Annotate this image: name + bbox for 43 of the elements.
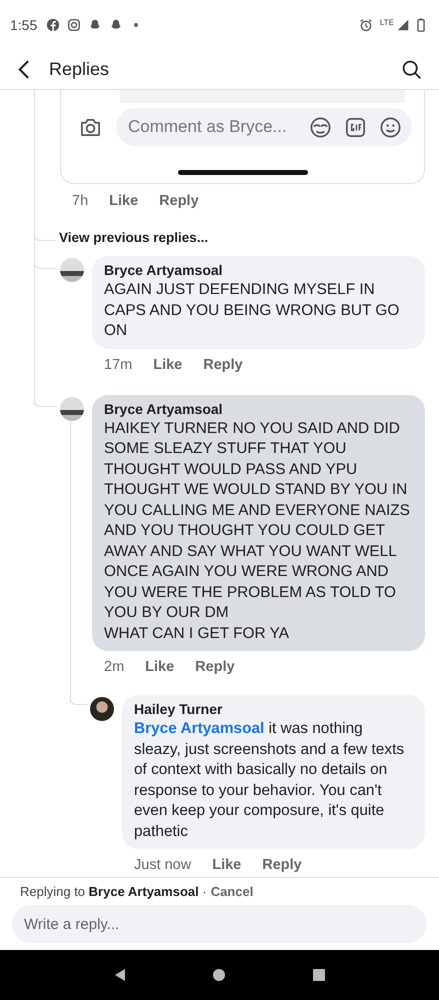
comment-author[interactable]: Hailey Turner (134, 700, 413, 719)
network-label: LTE (380, 18, 394, 27)
comment-action-link[interactable]: Reply (195, 659, 235, 675)
avatar[interactable] (60, 396, 84, 420)
status-time: 1:55 (10, 17, 38, 33)
comment-text: AGAIN JUST DEFENDING MYSELF IN CAPS AND YOU BEING WRONG BUT GO ON (104, 280, 400, 341)
comment-field[interactable]: Comment as Bryce... (116, 108, 412, 146)
camera-icon[interactable] (79, 116, 102, 138)
camera-outline-icon (67, 18, 82, 32)
comment-author[interactable]: Bryce Artyamsoal (104, 400, 413, 418)
home-icon[interactable] (211, 967, 228, 983)
comment-time: Just now (134, 857, 192, 873)
search-icon[interactable] (401, 59, 422, 80)
signal-icon (396, 18, 410, 32)
comment-time: 2m (104, 659, 124, 675)
mention-link[interactable]: Bryce Artyamsoal (134, 720, 264, 737)
battery-icon (417, 18, 425, 32)
replying-to-text: Replying to Bryce Artyamsoal · (20, 884, 207, 899)
comment-action-link[interactable]: Like (109, 193, 138, 209)
comment-text: HAIKEY TURNER NO YOU SAID AND DID SOME SLEAZY STUFF THAT YOU THOUGHT WOULD PASS AND YPU THOUGHT WE WOULD STAND BY YOU IN YOU CALLING ME AND EVERYONE NAIZS AND YOU THOUGHT YOU COULD GET AWAY AND SAY WHAT YOU WANT WELL ONCE AGAIN YOU WERE WRONG AND YOU WERE THE PROBLEM AS TOLD TO YOU BY OUR DM WHAT CAN I GET FOR YA (104, 418, 411, 644)
comment-action-link[interactable]: Reply (262, 857, 302, 873)
comment-action-link[interactable]: Like (145, 659, 174, 675)
avatar[interactable] (60, 258, 84, 282)
cancel-link[interactable]: Cancel (210, 884, 254, 899)
page-title: Replies (49, 59, 110, 80)
comment-action-link[interactable]: Like (153, 356, 182, 372)
emoji-icon[interactable] (379, 116, 402, 138)
avatar[interactable] (90, 697, 114, 721)
view-previous-replies-link[interactable]: View previous replies... (59, 230, 439, 245)
comment-action-link[interactable]: Reply (203, 356, 243, 372)
comment-action-link[interactable]: Reply (159, 193, 199, 209)
comment-time: 7h (72, 193, 88, 209)
alarm-icon (358, 18, 373, 32)
reply-field[interactable]: Write a reply... (12, 905, 427, 943)
facebook-icon (46, 18, 60, 32)
dot-icon (134, 23, 138, 27)
recents-icon[interactable] (311, 967, 328, 983)
gif-icon[interactable] (344, 116, 367, 138)
comment-time: 17m (104, 356, 132, 372)
comment-author[interactable]: Bryce Artyamsoal (104, 261, 413, 280)
back-icon[interactable] (17, 59, 30, 80)
comment-text: Bryce Artyamsoal it was nothing sleazy, just screenshots and a few texts of context with basically no details on response to your behavior. You can't even keep your composure, it's quite pathetic (134, 719, 406, 842)
comment-action-link[interactable]: Like (212, 857, 242, 873)
